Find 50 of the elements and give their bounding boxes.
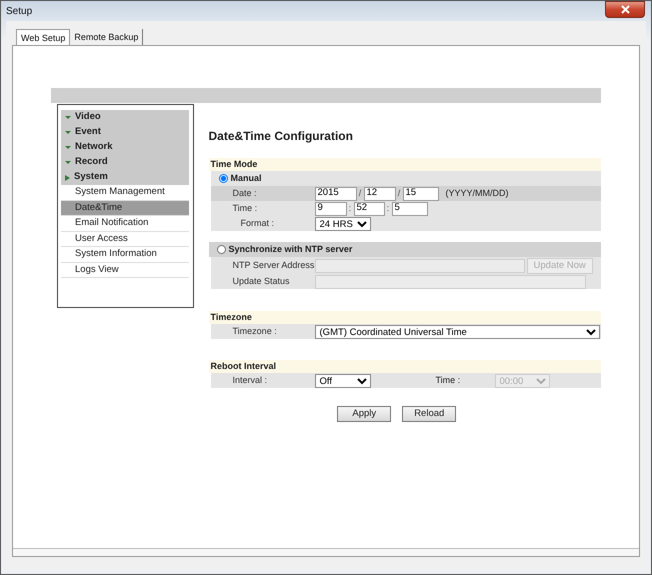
close-button[interactable]	[605, 1, 645, 18]
close-icon	[620, 5, 630, 14]
section-heading: Timezone	[208, 311, 601, 324]
field-label: Format :	[240, 216, 276, 230]
input-field[interactable]: 12	[364, 186, 396, 200]
separator: :	[348, 202, 352, 215]
triangle-right-icon	[65, 174, 70, 180]
field-label: Timezone :	[232, 324, 278, 338]
section-heading: Time Mode	[208, 158, 601, 171]
sidebar-group[interactable]: System	[61, 170, 189, 185]
separator: /	[396, 186, 402, 200]
sidebar-group[interactable]: Event	[61, 125, 189, 140]
sidebar-item[interactable]: Date&Time	[61, 200, 189, 216]
separator: :	[386, 202, 390, 215]
sidebar-item[interactable]: Logs View	[61, 262, 189, 278]
field-label: NTP Server Address	[232, 258, 315, 272]
apply-button[interactable]: Apply	[337, 406, 392, 422]
section-heading: Reboot Interval	[208, 360, 601, 373]
field-label: Interval :	[232, 374, 268, 387]
field-label: Date :	[232, 186, 258, 200]
sidebar-group[interactable]: Network	[61, 140, 189, 155]
dropdown[interactable]: 24 HRS	[314, 216, 371, 230]
field-label: Time :	[232, 202, 258, 215]
input-field[interactable]: 9	[314, 202, 347, 216]
input-field[interactable]: 5	[392, 202, 428, 216]
dropdown[interactable]: Off	[314, 374, 371, 388]
field-label: Time :	[436, 374, 462, 387]
triangle-down-icon	[65, 160, 71, 165]
radio-button[interactable]	[216, 245, 226, 254]
dropdown[interactable]: (GMT) Coordinated Universal Time	[314, 324, 600, 338]
reload-button[interactable]: Reload	[402, 406, 456, 422]
window-title: Setup	[6, 4, 32, 18]
triangle-down-icon	[65, 145, 71, 150]
input-field[interactable]: 15	[402, 186, 439, 200]
input-field[interactable]: 2015	[314, 186, 357, 200]
input-field[interactable]: 52	[354, 202, 385, 216]
sidebar-item[interactable]: Email Notification	[61, 216, 189, 232]
tab[interactable]: Web Setup	[16, 29, 70, 45]
format-hint: (YYYY/MM/DD)	[446, 186, 509, 200]
separator: /	[358, 186, 362, 200]
triangle-down-icon	[65, 130, 71, 135]
field-label: Update Status	[232, 274, 291, 288]
sidebar-group[interactable]: Video	[61, 110, 189, 125]
sidebar-item[interactable]: User Access	[61, 232, 189, 247]
sidebar-item[interactable]: System Information	[61, 247, 189, 262]
sidebar-group[interactable]: Record	[61, 155, 189, 170]
page-title: Date&Time Configuration	[208, 128, 354, 145]
triangle-down-icon	[65, 115, 71, 120]
radio-button[interactable]	[218, 174, 228, 183]
radio-option[interactable]: Manual	[210, 172, 262, 186]
